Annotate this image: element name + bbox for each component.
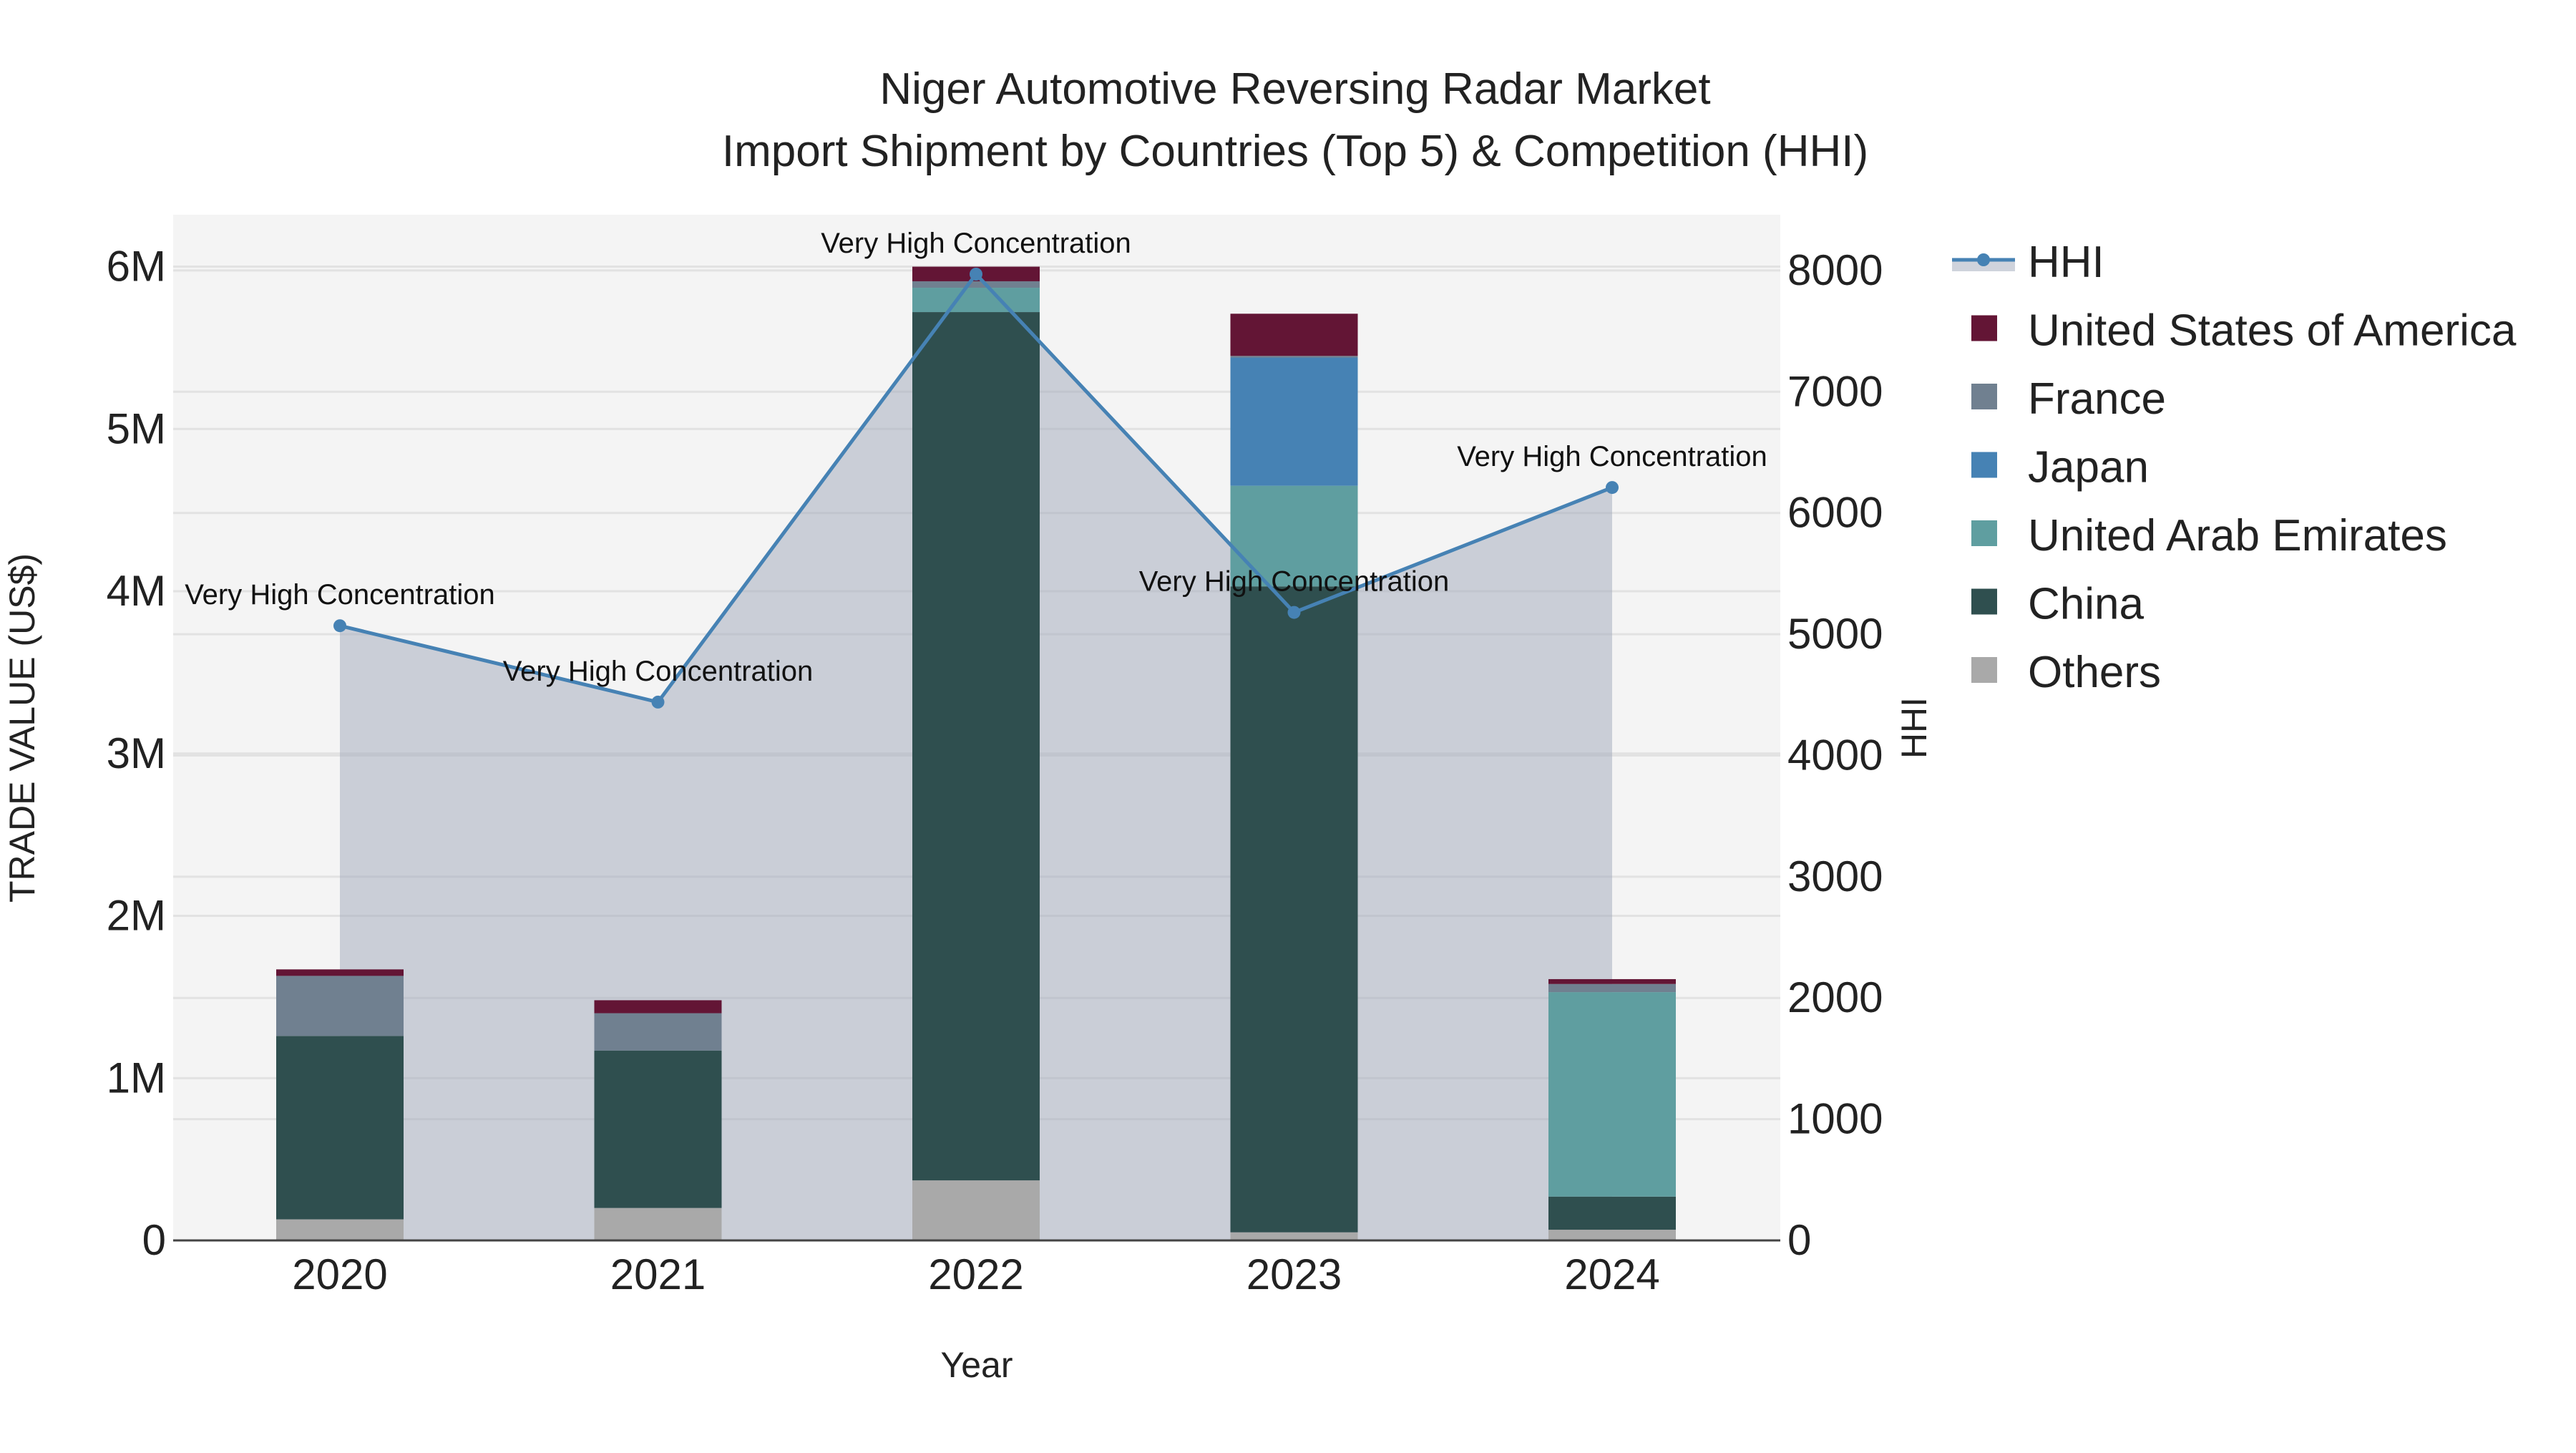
y-tick-label: 3M <box>107 729 166 777</box>
legend-swatch <box>1971 384 1997 409</box>
legend-label: Others <box>2028 648 2161 697</box>
legend-label: Japan <box>2028 443 2149 492</box>
legend-item-hhi[interactable]: HHI <box>1952 238 2104 287</box>
bar-france-2022 <box>912 281 1040 288</box>
bar-china-2023 <box>1230 586 1358 1233</box>
bar-united-states-of-america-2020 <box>276 969 404 976</box>
legend-swatch <box>1971 520 1997 546</box>
legend-label: United States of America <box>2028 306 2517 356</box>
legend: HHI United States of America France Japan Un… <box>1952 238 2517 697</box>
chart-subtitle: Import Shipment by Countries (Top 5) & C… <box>722 127 1868 176</box>
hhi-annotation: Very High Concentration <box>1457 441 1767 472</box>
bar-china-2022 <box>912 312 1040 1181</box>
bar-others-2024 <box>1548 1230 1676 1240</box>
bar-france-2020 <box>276 976 404 1036</box>
y2-tick-label: 6000 <box>1787 489 1883 537</box>
x-axis-title: Year <box>940 1345 1013 1385</box>
hhi-point-2020 <box>333 619 346 633</box>
bar-others-2021 <box>594 1207 722 1240</box>
bar-japan-2023 <box>1230 357 1358 486</box>
bar-china-2021 <box>594 1050 722 1208</box>
hhi-point-2021 <box>651 695 665 709</box>
y2-tick-label: 8000 <box>1787 246 1883 294</box>
bar-france-2024 <box>1548 983 1676 993</box>
y2-tick-label: 4000 <box>1787 731 1883 779</box>
hhi-point-2024 <box>1606 481 1619 495</box>
legend-swatch <box>1971 588 1997 615</box>
x-tick-label: 2022 <box>928 1250 1023 1298</box>
bar-others-2023 <box>1230 1232 1358 1240</box>
bar-china-2024 <box>1548 1196 1676 1230</box>
bar-china-2020 <box>276 1036 404 1220</box>
hhi-annotation: Very High Concentration <box>1139 566 1450 598</box>
y-tick-label: 6M <box>107 243 166 291</box>
y2-tick-label: 1000 <box>1787 1095 1883 1143</box>
x-tick-label: 2020 <box>292 1250 387 1298</box>
hhi-annotation: Very High Concentration <box>185 579 495 611</box>
y2-tick-label: 3000 <box>1787 852 1883 900</box>
bar-united-states-of-america-2021 <box>594 1000 722 1014</box>
y-tick-label: 2M <box>107 892 166 940</box>
hhi-annotation: Very High Concentration <box>503 656 814 687</box>
x-tick-label: 2024 <box>1564 1250 1659 1298</box>
legend-item-france[interactable]: France <box>1971 374 2166 424</box>
legend-label: HHI <box>2028 238 2104 287</box>
legend-label: China <box>2028 580 2145 629</box>
hhi-point-2022 <box>970 267 982 281</box>
legend-swatch <box>1971 657 1997 683</box>
legend-item-united-arab-emirates[interactable]: United Arab Emirates <box>1971 511 2447 560</box>
y-tick-label: 4M <box>107 567 166 615</box>
legend-item-others[interactable]: Others <box>1971 648 2161 697</box>
bar-united-states-of-america-2024 <box>1548 978 1676 984</box>
y2-tick-label: 7000 <box>1787 367 1883 415</box>
legend-item-united-states-of-america[interactable]: United States of America <box>1971 306 2517 356</box>
x-tick-label: 2021 <box>610 1250 706 1298</box>
bar-united-arab-emirates-2024 <box>1548 992 1676 1197</box>
bar-united-arab-emirates-2022 <box>912 288 1040 313</box>
chart-title: Niger Automotive Reversing Radar Market <box>879 64 1710 114</box>
y-tick-label: 5M <box>107 404 166 452</box>
bar-others-2020 <box>276 1219 404 1240</box>
y2-tick-label: 5000 <box>1787 610 1883 658</box>
bar-others-2022 <box>912 1180 1040 1240</box>
bar-france-2023 <box>1230 356 1358 358</box>
legend-item-china[interactable]: China <box>1971 580 2145 629</box>
legend-item-japan[interactable]: Japan <box>1971 443 2149 492</box>
y-axis-title: TRADE VALUE (US$) <box>2 553 42 903</box>
y-tick-label: 1M <box>107 1054 166 1102</box>
bar-france-2021 <box>594 1013 722 1051</box>
legend-swatch <box>1971 315 1997 341</box>
legend-label: United Arab Emirates <box>2028 511 2447 560</box>
y-tick-label: 0 <box>142 1216 166 1264</box>
hhi-annotation: Very High Concentration <box>821 228 1131 259</box>
bar-united-states-of-america-2023 <box>1230 314 1358 356</box>
hhi-point-2023 <box>1287 606 1301 619</box>
y2-axis-title: HHI <box>1894 697 1934 759</box>
legend-label: France <box>2028 374 2166 424</box>
legend-swatch <box>1971 452 1997 478</box>
x-tick-label: 2023 <box>1246 1250 1342 1298</box>
legend-marker <box>1977 253 1990 266</box>
chart: Niger Automotive Reversing Radar Market … <box>2 64 2517 1385</box>
y2-tick-label: 0 <box>1787 1216 1811 1264</box>
y2-tick-label: 2000 <box>1787 973 1883 1021</box>
